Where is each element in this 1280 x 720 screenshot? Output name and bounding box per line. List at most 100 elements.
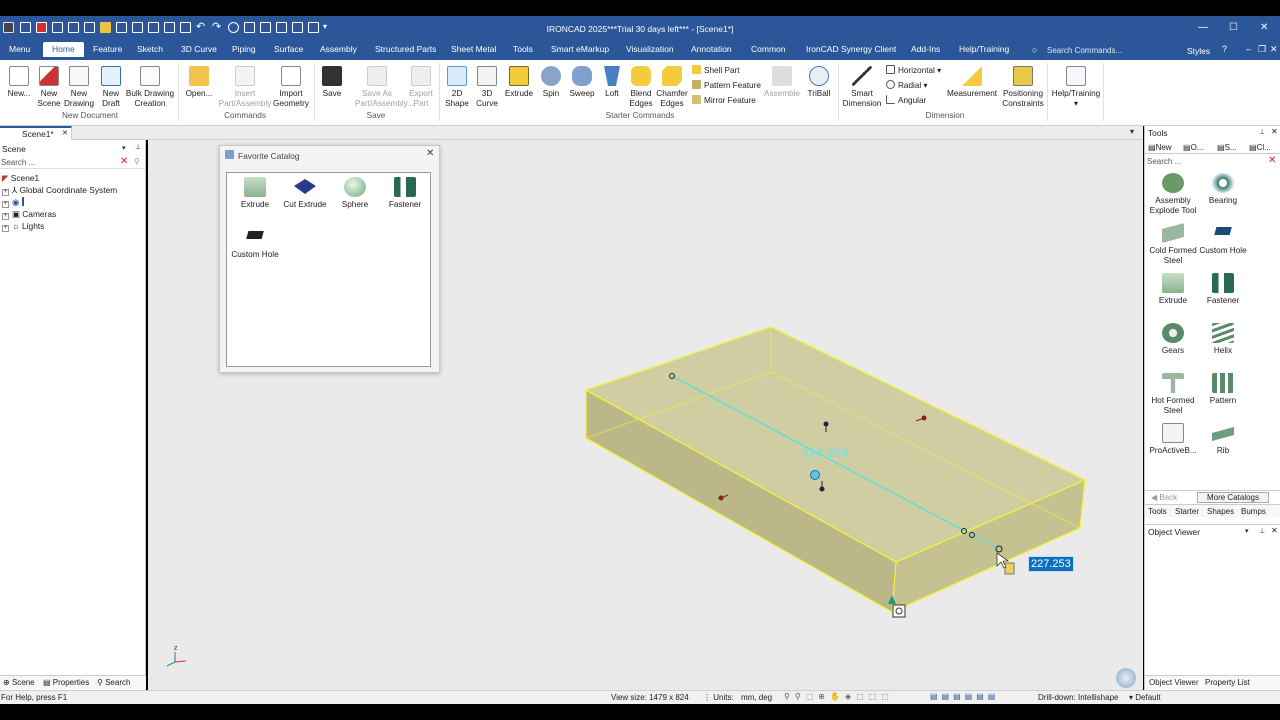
tab-assembly[interactable]: Assembly (320, 44, 357, 54)
expand-icon[interactable]: + (2, 225, 9, 232)
tab-add-ins[interactable]: Add-Ins (911, 44, 940, 54)
save-button[interactable]: Save (320, 66, 344, 99)
spin-button[interactable]: Spin (538, 66, 564, 99)
tab-properties[interactable]: ▤ Properties (43, 678, 89, 687)
tab-smart-emarkup[interactable]: Smart eMarkup (551, 44, 609, 54)
tab-search[interactable]: ⚲ Search (97, 678, 130, 687)
tab-help-training[interactable]: Help/Training (959, 44, 1009, 54)
close-doc-icon[interactable]: ✕ (1270, 44, 1278, 55)
tab-sketch[interactable]: Sketch (137, 44, 163, 54)
chamfer-edges-button[interactable]: Chamfer Edges (656, 66, 688, 109)
tools-pin-icon[interactable]: ⊥ (1259, 128, 1265, 136)
loft-button[interactable]: Loft (600, 66, 624, 99)
expand-icon[interactable]: + (2, 213, 9, 220)
close-catalog-button[interactable]: ✕ (426, 148, 434, 159)
catalog-tab-new[interactable]: ▤New (1148, 143, 1172, 152)
view-orientation-icon[interactable] (1116, 668, 1136, 688)
tool-bearing[interactable]: Bearing (1195, 173, 1251, 206)
tree-item-lights[interactable]: + ☼ Lights (2, 221, 44, 232)
assemble-button[interactable]: Assemble (763, 66, 801, 99)
anchor-box[interactable] (892, 604, 906, 618)
tab-shapes[interactable]: Shapes (1207, 507, 1234, 516)
triball-button[interactable]: TriBall (806, 66, 832, 99)
tools-search-input[interactable]: Search ... (1147, 157, 1181, 166)
help-training-button[interactable]: Help/Training ▾ (1051, 66, 1101, 109)
shell-part-button[interactable]: Shell Part (692, 65, 740, 75)
tool-helix[interactable]: Helix (1195, 323, 1251, 356)
clear-tools-search-icon[interactable]: ✕ (1268, 155, 1276, 166)
snap-point[interactable] (823, 421, 829, 427)
pin-icon[interactable]: ⊥ (135, 143, 141, 151)
more-catalogs-button[interactable]: More Catalogs (1197, 492, 1269, 503)
tool-pattern[interactable]: Pattern (1195, 373, 1251, 406)
tab-annotation[interactable]: Annotation (691, 44, 732, 54)
tool-fastener[interactable]: Fastener (1195, 273, 1251, 306)
style-dropdown[interactable]: ▾ Default (1129, 693, 1161, 702)
export-part-button[interactable]: Export Part (404, 66, 438, 109)
sweep-button[interactable]: Sweep (568, 66, 596, 99)
minimize-button[interactable]: — (1198, 22, 1208, 33)
catalog-tab-cl[interactable]: ▤Cl... (1249, 143, 1271, 152)
angular-dimension-button[interactable]: Angular (886, 95, 926, 105)
tab-home[interactable]: Home (43, 42, 84, 57)
object-viewer-menu-icon[interactable]: ▾ (1245, 527, 1249, 535)
search-commands-input[interactable]: Search Commands... (1047, 46, 1122, 55)
restore-icon[interactable]: ❐ (1258, 44, 1266, 55)
tab-scene-panel[interactable]: ⊕ Scene (3, 678, 35, 687)
part-name-edit[interactable] (21, 197, 24, 206)
tab-sheet-metal[interactable]: Sheet Metal (451, 44, 496, 54)
catalog-tab-o[interactable]: ▤O... (1183, 143, 1203, 152)
blend-edges-button[interactable]: Blend Edges (627, 66, 655, 109)
tab-3d-curve[interactable]: 3D Curve (181, 44, 217, 54)
panel-menu-icon[interactable]: ▾ (122, 144, 126, 152)
object-viewer-pin-icon[interactable]: ⊥ (1259, 527, 1265, 535)
tab-menu[interactable]: Menu (9, 44, 30, 54)
tab-property-list[interactable]: Property List (1205, 678, 1250, 687)
dimension-value-input[interactable]: 227.253 (1028, 556, 1074, 572)
catalog-item-sphere[interactable]: Sphere (327, 177, 383, 210)
tool-assembly-explode[interactable]: Assembly Explode Tool (1145, 173, 1201, 216)
styles-dropdown[interactable]: Styles (1187, 46, 1210, 56)
tool-gears[interactable]: Gears (1145, 323, 1201, 356)
tool-rib[interactable]: Rib (1195, 423, 1251, 456)
open-button[interactable]: Open... (185, 66, 213, 99)
catalog-item-fastener[interactable]: Fastener (377, 177, 433, 210)
radial-dimension-button[interactable]: Radial ▾ (886, 80, 928, 90)
tab-feature[interactable]: Feature (93, 44, 122, 54)
close-tab-icon[interactable]: ✕ (62, 129, 68, 137)
tool-extrude[interactable]: Extrude (1145, 273, 1201, 306)
tab-object-viewer[interactable]: Object Viewer (1147, 678, 1201, 687)
tab-structured-parts[interactable]: Structured Parts (375, 44, 436, 54)
expand-icon[interactable]: + (2, 189, 9, 196)
catalog-tab-s[interactable]: ▤S... (1217, 143, 1237, 152)
view-tools-icons[interactable]: ⚲⚲⬚⊕✋◈⬚⬚⬚ (784, 692, 894, 701)
help-icon[interactable]: ? (1222, 44, 1227, 54)
tab-list-dropdown-icon[interactable]: ▾ (1130, 127, 1134, 136)
drill-down-mode[interactable]: Drill-down: Intellishape (1038, 693, 1118, 702)
import-geometry-button[interactable]: Import Geometry (272, 66, 310, 109)
tab-tools[interactable]: Tools (1148, 507, 1167, 516)
sizebox-handle[interactable] (810, 470, 820, 480)
catalog-item-custom-hole[interactable]: Custom Hole (227, 227, 283, 260)
tree-item-global-coordinate-system[interactable]: + ⅄ Global Coordinate System (2, 185, 117, 196)
save-as-button[interactable]: Save As Part/Assembly... (355, 66, 414, 109)
tool-cold-formed-steel[interactable]: Cold Formed Steel (1145, 223, 1201, 266)
tab-scene1[interactable]: Scene1* ✕ (0, 126, 72, 140)
pattern-feature-button[interactable]: Pattern Feature (692, 80, 761, 90)
tab-bumps[interactable]: Bumps (1241, 507, 1266, 516)
scene-search-input[interactable]: Search ... (1, 158, 35, 167)
maximize-button[interactable]: ☐ (1229, 22, 1238, 33)
catalog-item-cut-extrude[interactable]: Cut Extrude (277, 177, 333, 210)
horizontal-dimension-button[interactable]: Horizontal ▾ (886, 65, 941, 75)
new-button[interactable]: New... (7, 66, 31, 99)
object-viewer-close-icon[interactable]: ✕ (1271, 526, 1278, 535)
2d-shape-button[interactable]: 2D Shape (444, 66, 470, 109)
bulk-drawing-button[interactable]: Bulk Drawing Creation (125, 66, 175, 109)
clear-search-icon[interactable]: ✕ (120, 156, 128, 167)
insert-part-button[interactable]: Insert Part/Assembly (218, 66, 272, 109)
tool-custom-hole[interactable]: Custom Hole (1195, 223, 1251, 256)
tab-tools[interactable]: Tools (513, 44, 533, 54)
filter-icon[interactable]: ⚲ (134, 157, 140, 166)
units-value[interactable]: mm, deg (741, 693, 772, 702)
tool-proactive[interactable]: ProActiveB... (1145, 423, 1201, 456)
